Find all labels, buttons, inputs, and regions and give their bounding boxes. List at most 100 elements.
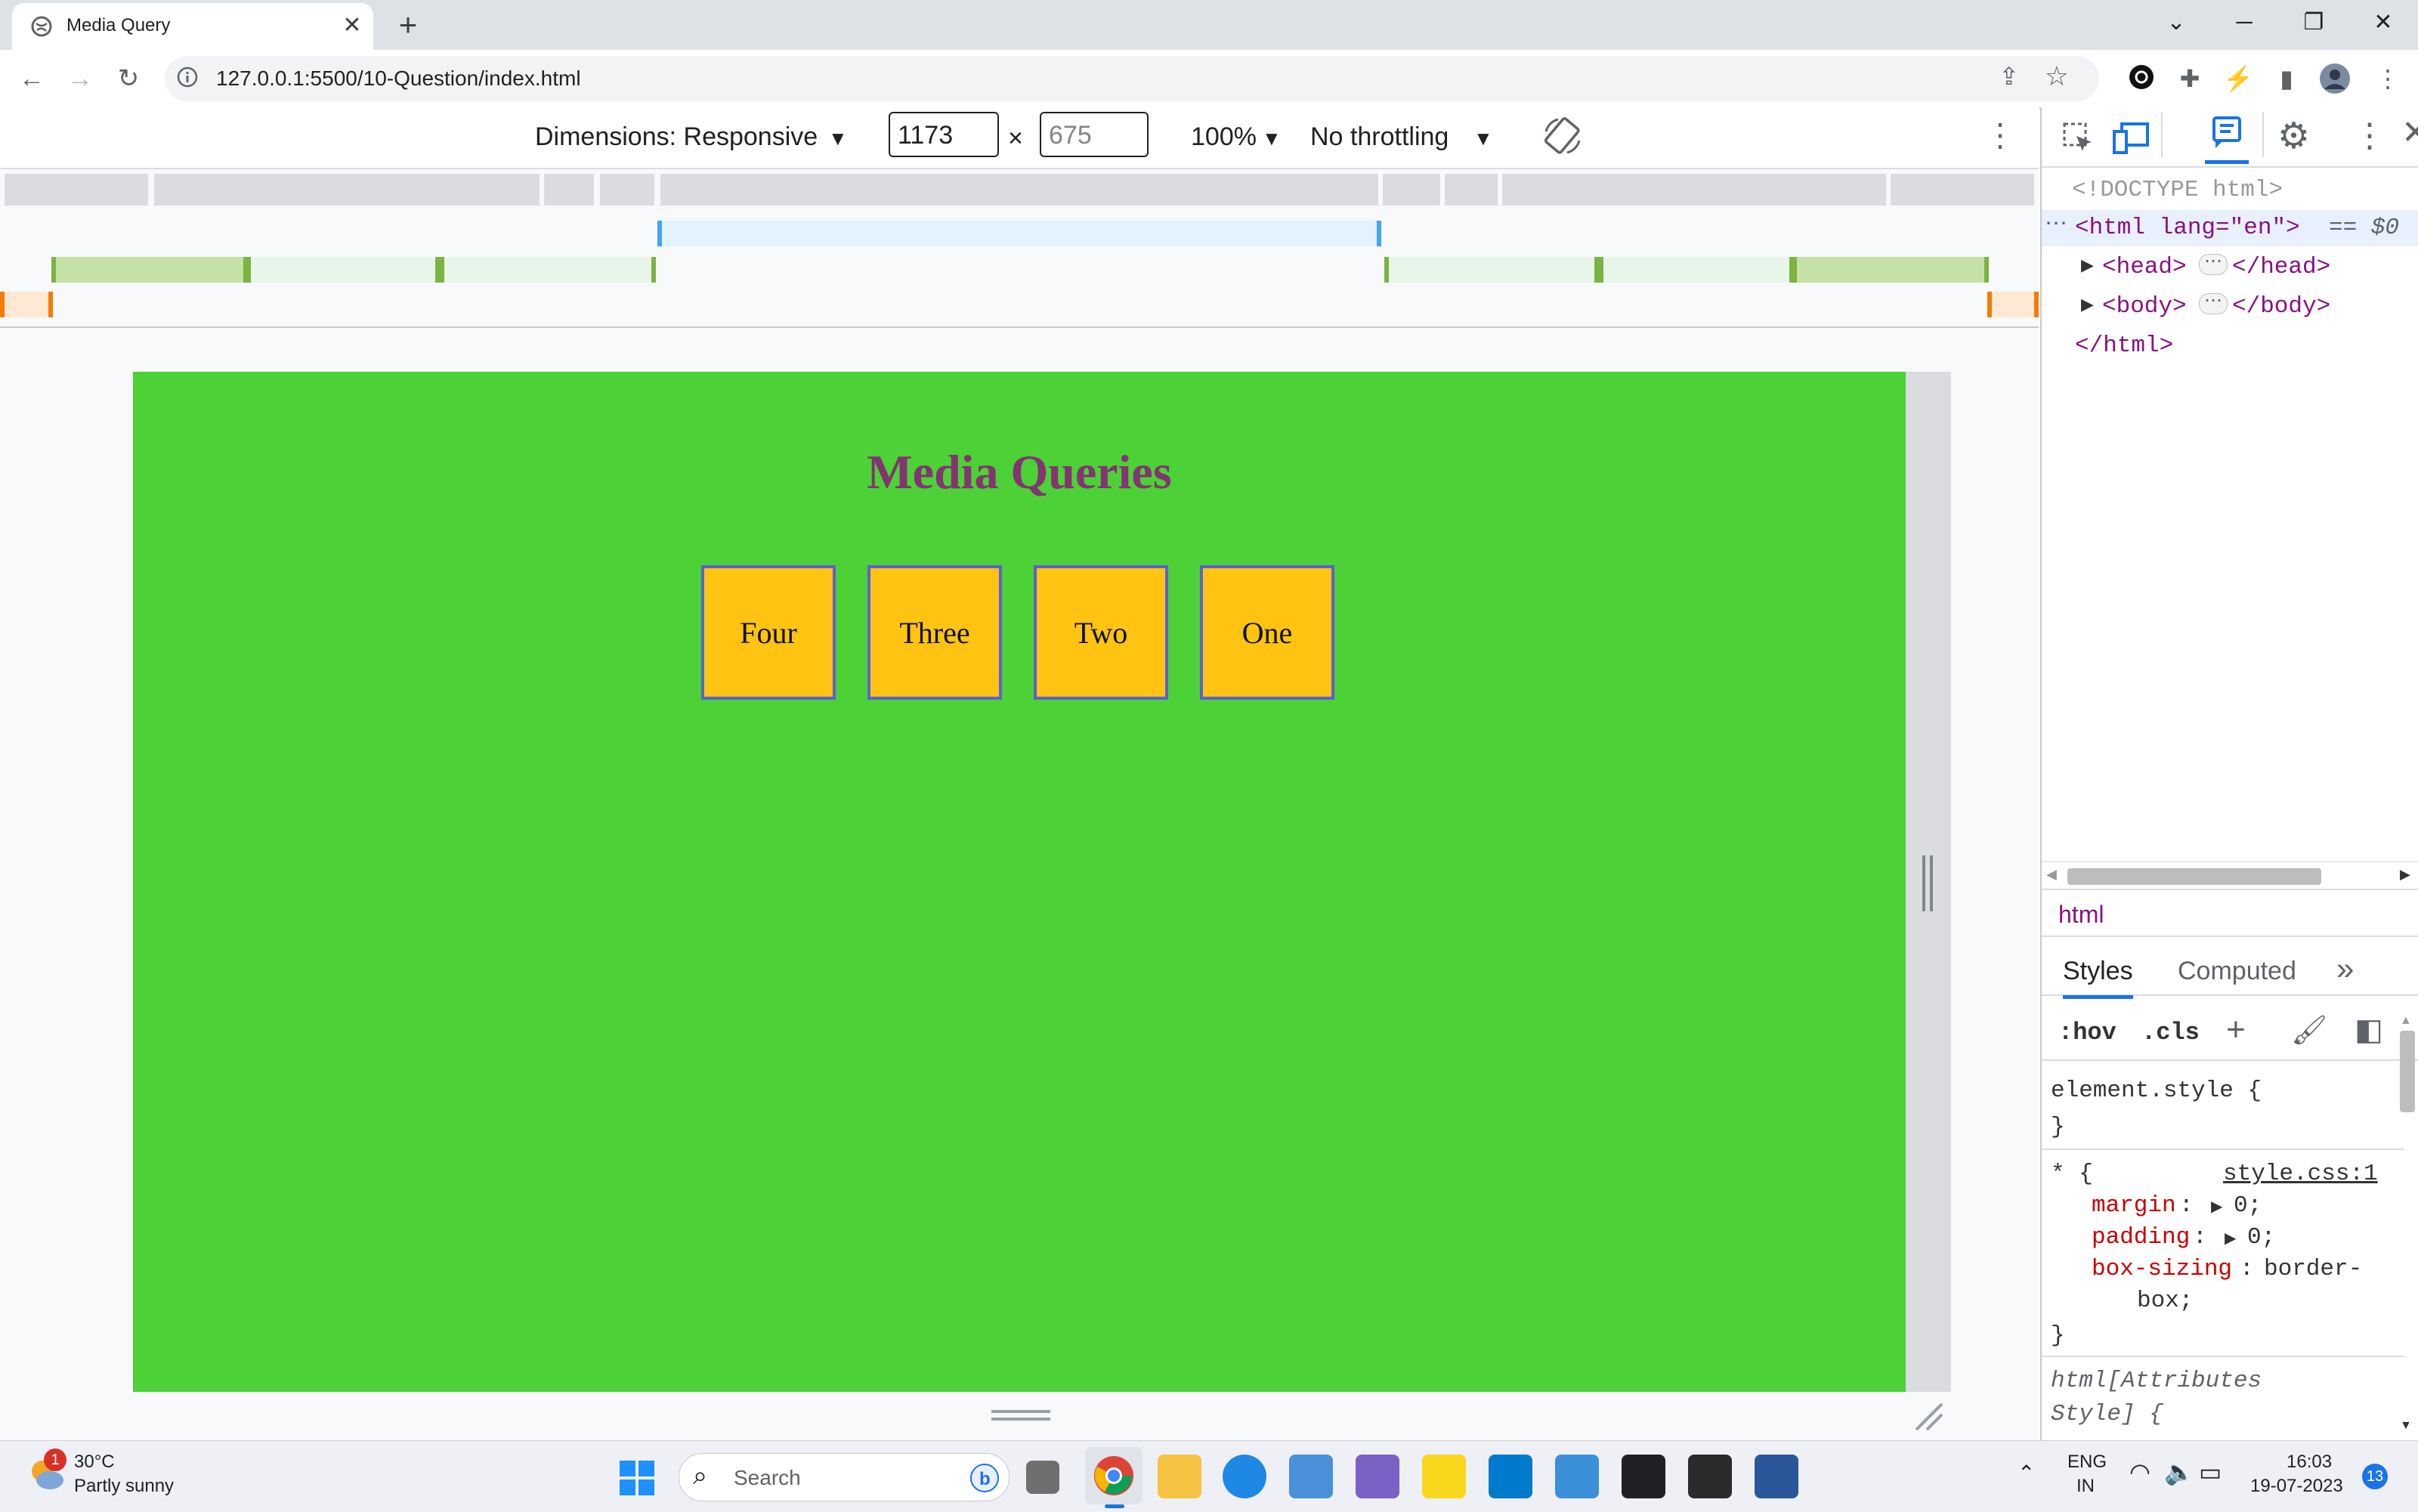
viewport-resize-side[interactable] [1906, 372, 1951, 1392]
dom-doctype[interactable]: <!DOCTYPE html> [2072, 177, 2283, 203]
battery-icon[interactable]: ▭ [2199, 1458, 2222, 1486]
wifi-icon[interactable]: ◠ [2129, 1458, 2151, 1486]
dimensions-caret-icon[interactable]: ▼ [828, 127, 848, 150]
forward-icon[interactable]: → [60, 59, 100, 98]
git-app-icon[interactable] [1356, 1455, 1399, 1498]
cls-toggle[interactable]: .cls [2141, 1019, 2200, 1047]
prop-margin-value[interactable]: 0; [2234, 1192, 2262, 1219]
bottom-resize-handle[interactable] [991, 1418, 1050, 1421]
minimize-button[interactable]: ─ [2209, 3, 2279, 42]
ruler-segment[interactable] [1502, 174, 1886, 206]
clock-date[interactable]: 19-07-2023 [2250, 1476, 2343, 1497]
site-info-icon[interactable] [175, 65, 199, 89]
dom-body-open[interactable]: <body> [2102, 293, 2187, 320]
element-style-selector[interactable]: element.style { [2051, 1078, 2262, 1104]
dom-body-close[interactable]: </body> [2232, 293, 2330, 320]
clock-time[interactable]: 16:03 [2287, 1452, 2332, 1473]
collapsed-ellipsis-icon[interactable]: ⋯ [2199, 293, 2228, 314]
source-link[interactable]: style.css:1 [2223, 1161, 2378, 1187]
dom-head-close[interactable]: </head> [2232, 254, 2330, 280]
browser-tab[interactable]: Media Query ✕ [12, 3, 373, 50]
min-width-query-bar-left[interactable] [0, 292, 53, 317]
breadcrumb-html[interactable]: html [2058, 901, 2104, 929]
sticky-notes-icon[interactable] [1422, 1455, 1466, 1498]
attr-style-selector[interactable]: html[Attributes [2051, 1368, 2262, 1394]
resize-grip[interactable] [1930, 855, 1933, 911]
scrollbar-thumb[interactable] [2400, 1031, 2415, 1112]
dom-head-open[interactable]: <head> [2102, 254, 2187, 280]
hov-toggle[interactable]: :hov [2058, 1019, 2117, 1047]
scroll-up-icon[interactable]: ▲ [2400, 1014, 2412, 1028]
vscode-icon[interactable] [1489, 1455, 1532, 1498]
ruler-segment[interactable] [660, 174, 1378, 206]
device-toggle-icon[interactable] [2111, 119, 2151, 156]
windows-start-icon[interactable] [618, 1459, 656, 1497]
new-tab-button[interactable]: + [387, 8, 429, 42]
scroll-down-icon[interactable]: ▼ [2400, 1419, 2412, 1433]
prop-margin-name[interactable]: margin [2092, 1192, 2176, 1219]
bookmark-star-icon[interactable]: ☆ [2045, 60, 2069, 92]
prop-box-sizing-name[interactable]: box-sizing [2092, 1256, 2232, 1282]
min-width-query-bar-right[interactable] [1987, 292, 2039, 317]
rotate-icon[interactable] [1541, 115, 1584, 157]
dom-horizontal-scrollbar[interactable]: ◀ ▶ [2042, 861, 2418, 888]
task-view-icon[interactable] [1026, 1461, 1059, 1494]
ruler-segment[interactable] [600, 174, 654, 206]
file-explorer-icon[interactable] [1158, 1455, 1201, 1498]
throttling-caret-icon[interactable]: ▼ [1473, 127, 1493, 150]
volume-icon[interactable]: 🔈 [2164, 1458, 2194, 1486]
corner-resize-icon[interactable] [1912, 1399, 1945, 1433]
edge-icon[interactable] [1223, 1455, 1266, 1498]
close-devtools-icon[interactable]: ✕ [2401, 113, 2418, 152]
menu-kebab-icon[interactable]: ⋮ [2371, 62, 2404, 95]
language-eng[interactable]: ENG [2067, 1452, 2107, 1473]
performance-icon[interactable]: ⚡ [2222, 62, 2255, 95]
bing-icon[interactable]: b [969, 1463, 1000, 1493]
scrollbar-thumb[interactable] [2067, 868, 2321, 885]
width-input[interactable]: 1173 [889, 112, 999, 157]
tab-computed[interactable]: Computed [2178, 957, 2296, 986]
toggle-sidebar-icon[interactable]: ◧ [2355, 1013, 2383, 1047]
ruler-segment[interactable] [544, 174, 594, 206]
scroll-right-icon[interactable]: ▶ [2400, 867, 2410, 883]
tab-search-chevron-icon[interactable]: ⌄ [2141, 3, 2211, 42]
chrome-icon[interactable] [1093, 1455, 1135, 1497]
back-icon[interactable]: ← [12, 59, 51, 98]
expand-head-icon[interactable]: ▶ [2081, 255, 2094, 275]
settings-gear-icon[interactable]: ⚙ [2277, 115, 2310, 157]
expand-margin-icon[interactable]: ▶ [2211, 1197, 2222, 1216]
reload-icon[interactable]: ↻ [109, 59, 148, 98]
devtools-more-icon[interactable]: ⋮ [2353, 116, 2386, 155]
device-toolbar-more-icon[interactable]: ⋮ [1984, 116, 2016, 153]
weather-temp[interactable]: 30°C [74, 1452, 115, 1473]
prop-padding-name[interactable]: padding [2092, 1224, 2190, 1251]
elements-tab[interactable] [2205, 112, 2249, 164]
scroll-left-icon[interactable]: ◀ [2046, 867, 2057, 883]
paint-brush-icon[interactable]: 🖌 [2291, 1014, 2327, 1047]
max-width-query-bar[interactable] [657, 221, 1381, 246]
puzzle-extensions-icon[interactable]: ✚ [2173, 62, 2206, 95]
download-app-icon[interactable] [1622, 1455, 1665, 1498]
microsoft-store-icon[interactable] [1289, 1455, 1333, 1498]
height-input[interactable]: 675 [1040, 112, 1149, 157]
share-icon[interactable]: ⇪ [1999, 62, 2019, 91]
taskbar-search-box[interactable]: ⌕ Search b [679, 1453, 1010, 1501]
zoom-caret-icon[interactable]: ▼ [1262, 127, 1282, 150]
notification-count[interactable]: 13 [2362, 1464, 2388, 1489]
prop-box-sizing-value[interactable]: border- [2264, 1256, 2362, 1282]
restore-button[interactable]: ❐ [2279, 3, 2348, 42]
side-panel-icon[interactable]: ▮ [2270, 62, 2303, 95]
styles-vertical-scrollbar[interactable]: ▲ ▼ [2397, 1014, 2418, 1437]
dom-html-close[interactable]: </html> [2075, 332, 2173, 359]
weather-desc[interactable]: Partly sunny [74, 1476, 174, 1497]
dimensions-dropdown[interactable]: Dimensions: Responsive [535, 122, 818, 152]
extension-icon[interactable] [2125, 62, 2158, 95]
terminal-icon[interactable] [1688, 1455, 1732, 1498]
star-selector[interactable]: * { [2051, 1161, 2093, 1187]
tab-close-icon[interactable]: ✕ [337, 11, 367, 41]
new-rule-plus-icon[interactable]: + [2226, 1011, 2246, 1049]
inspect-element-icon[interactable] [2060, 119, 2096, 156]
language-in[interactable]: IN [2076, 1476, 2095, 1497]
collapsed-ellipsis-icon[interactable]: ⋯ [2199, 254, 2228, 275]
ruler-segment[interactable] [1383, 174, 1440, 206]
